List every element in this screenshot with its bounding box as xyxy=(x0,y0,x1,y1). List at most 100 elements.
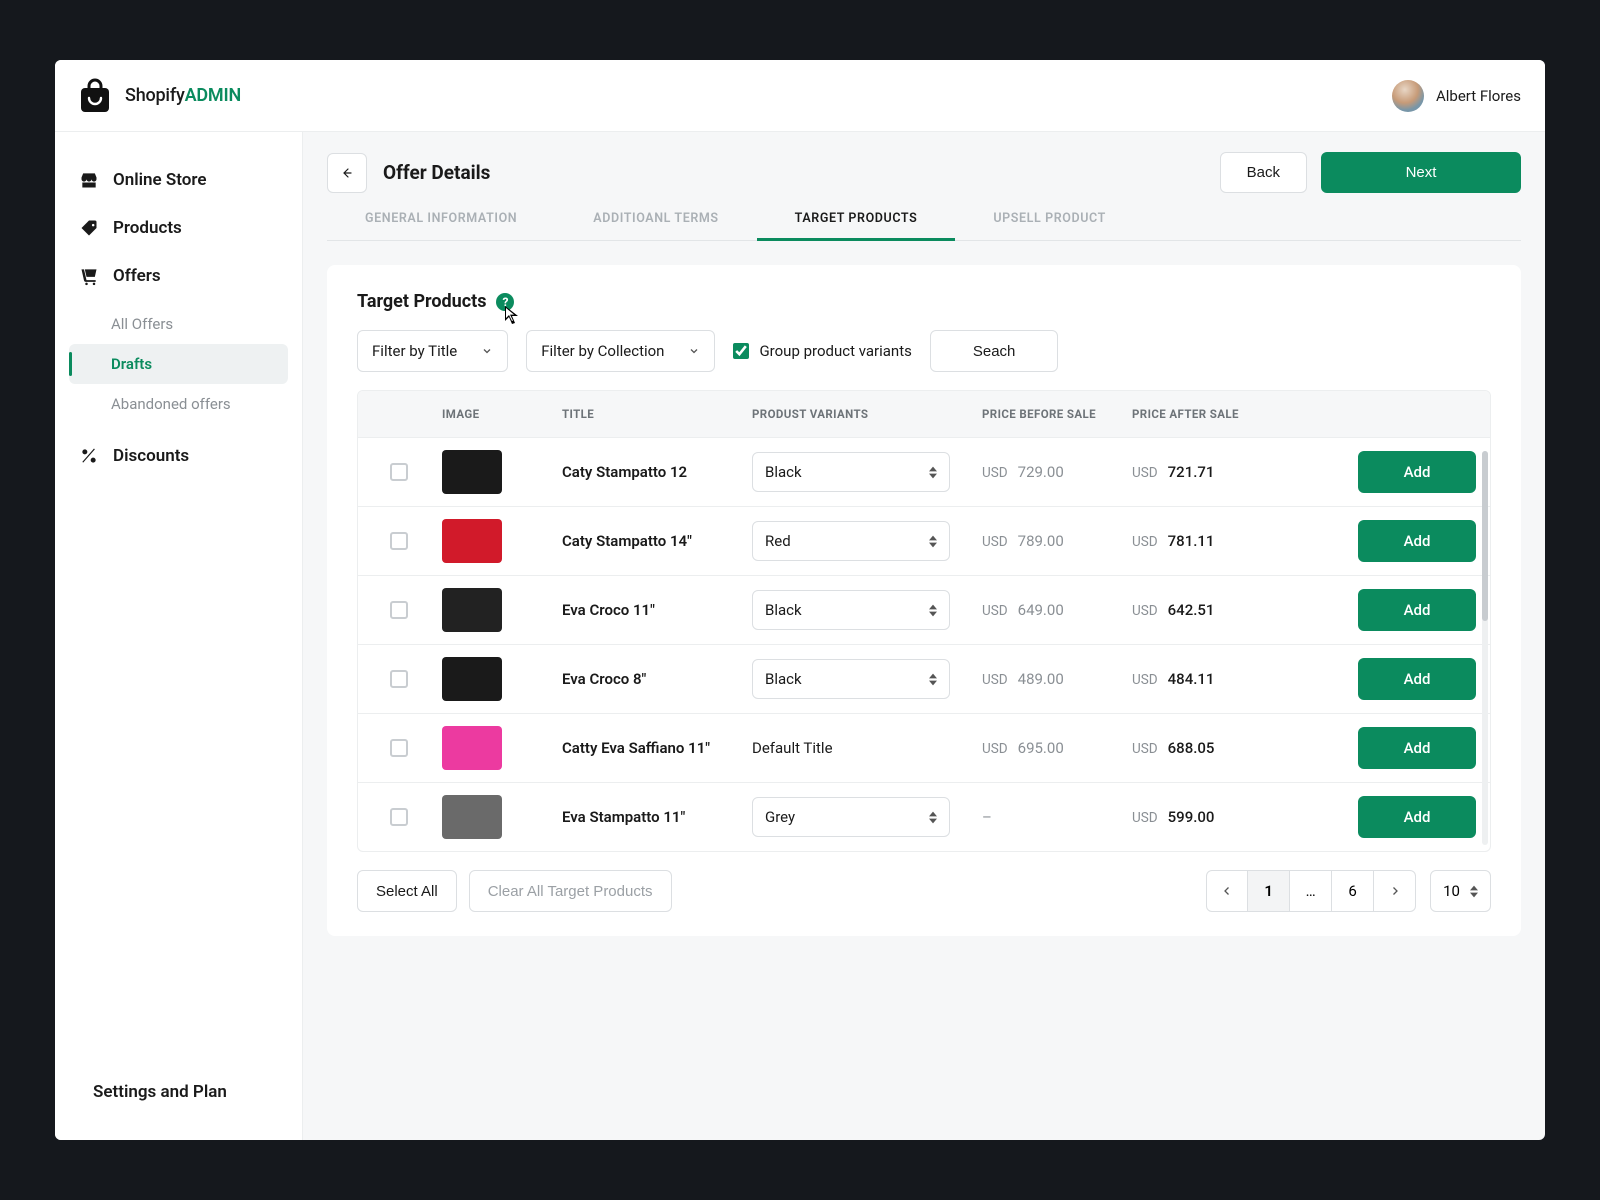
col-after: PRICE AFTER SALE xyxy=(1124,407,1274,421)
sidebar-item-offers[interactable]: Offers xyxy=(55,252,302,300)
sidebar: Online Store Products Offers All Offers … xyxy=(55,132,303,1140)
price-before: USD695.00 xyxy=(974,739,1124,757)
add-button[interactable]: Add xyxy=(1358,727,1476,769)
brand-name: ShopifyADMIN xyxy=(125,85,241,106)
variant-select[interactable]: Black xyxy=(752,659,950,699)
pagination: 1 … 6 xyxy=(1206,870,1416,912)
arrow-left-icon xyxy=(341,167,353,179)
group-variants-checkbox[interactable] xyxy=(733,343,749,359)
sort-icon xyxy=(929,604,937,617)
subnav-all-offers[interactable]: All Offers xyxy=(55,304,302,344)
filter-by-collection[interactable]: Filter by Collection xyxy=(526,330,715,372)
page-6[interactable]: 6 xyxy=(1332,870,1374,912)
row-checkbox[interactable] xyxy=(390,808,408,826)
add-button[interactable]: Add xyxy=(1358,796,1476,838)
target-products-panel: Target Products ? Filter by Title Filter… xyxy=(327,265,1521,936)
tab-additional-terms[interactable]: ADDITIOANL TERMS xyxy=(555,197,756,240)
per-page-select[interactable]: 10 xyxy=(1430,870,1491,912)
sidebar-item-online-store[interactable]: Online Store xyxy=(55,156,302,204)
back-button[interactable]: Back xyxy=(1220,152,1307,193)
help-icon[interactable]: ? xyxy=(496,293,514,311)
filter-by-title[interactable]: Filter by Title xyxy=(357,330,508,372)
row-checkbox[interactable] xyxy=(390,532,408,550)
variant-text: Default Title xyxy=(744,739,974,757)
variant-select[interactable]: Red xyxy=(752,521,950,561)
product-title: Eva Croco 8" xyxy=(554,670,744,688)
main-content: Offer Details Back Next GENERAL INFORMAT… xyxy=(303,132,1545,1140)
subnav-drafts[interactable]: Drafts xyxy=(69,344,288,384)
sort-icon xyxy=(929,673,937,686)
sidebar-item-products[interactable]: Products xyxy=(55,204,302,252)
topbar: ShopifyADMIN Albert Flores xyxy=(55,60,1545,132)
row-checkbox[interactable] xyxy=(390,739,408,757)
table-row: Caty Stampatto 14" Red USD789.00 USD781.… xyxy=(358,506,1490,575)
table-header: IMAGE TITLE PRODUST VARIANTS PRICE BEFOR… xyxy=(358,391,1490,437)
group-variants-toggle[interactable]: Group product variants xyxy=(733,342,911,360)
variant-select[interactable]: Black xyxy=(752,452,950,492)
page-ellipsis: … xyxy=(1290,870,1332,912)
price-before: USD489.00 xyxy=(974,670,1124,688)
tabs: GENERAL INFORMATION ADDITIOANL TERMS TAR… xyxy=(327,197,1521,241)
product-title: Catty Eva Saffiano 11" xyxy=(554,739,744,757)
row-checkbox[interactable] xyxy=(390,463,408,481)
products-table: IMAGE TITLE PRODUST VARIANTS PRICE BEFOR… xyxy=(357,390,1491,852)
row-checkbox[interactable] xyxy=(390,601,408,619)
tag-icon xyxy=(79,218,99,238)
price-before: – xyxy=(974,808,1124,826)
sidebar-footer-label: Settings and Plan xyxy=(93,1082,227,1102)
sidebar-item-label: Online Store xyxy=(113,170,207,190)
add-button[interactable]: Add xyxy=(1358,589,1476,631)
section-title: Target Products xyxy=(357,291,486,312)
subnav-abandoned[interactable]: Abandoned offers xyxy=(55,384,302,424)
logo-icon xyxy=(79,78,111,114)
price-after: USD781.11 xyxy=(1124,532,1274,550)
col-title: TITLE xyxy=(554,407,744,421)
table-row: Eva Croco 8" Black USD489.00 USD484.11 A… xyxy=(358,644,1490,713)
page-1[interactable]: 1 xyxy=(1248,870,1290,912)
table-row: Caty Stampatto 12 Black USD729.00 USD721… xyxy=(358,437,1490,506)
table-row: Eva Stampatto 11" Grey – USD599.00 Add xyxy=(358,782,1490,851)
select-all-button[interactable]: Select All xyxy=(357,870,457,912)
chevron-down-icon xyxy=(481,345,493,357)
product-title: Eva Croco 11" xyxy=(554,601,744,619)
offers-subnav: All Offers Drafts Abandoned offers xyxy=(55,300,302,432)
product-title: Caty Stampatto 14" xyxy=(554,532,744,550)
sort-icon xyxy=(929,466,937,479)
sort-icon xyxy=(929,535,937,548)
sidebar-item-discounts[interactable]: Discounts xyxy=(55,432,302,480)
variant-select[interactable]: Black xyxy=(752,590,950,630)
price-after: USD599.00 xyxy=(1124,808,1274,826)
product-thumb xyxy=(442,450,502,494)
sidebar-item-label: Offers xyxy=(113,266,161,286)
user-menu[interactable]: Albert Flores xyxy=(1392,80,1521,112)
add-button[interactable]: Add xyxy=(1358,520,1476,562)
price-before: USD649.00 xyxy=(974,601,1124,619)
price-after: USD688.05 xyxy=(1124,739,1274,757)
clear-all-button[interactable]: Clear All Target Products xyxy=(469,870,672,912)
tab-upsell-product[interactable]: UPSELL PRODUCT xyxy=(955,197,1144,240)
row-checkbox[interactable] xyxy=(390,670,408,688)
cart-icon xyxy=(79,266,99,286)
chevron-right-icon xyxy=(1389,885,1401,897)
page-next[interactable] xyxy=(1374,870,1416,912)
back-icon-button[interactable] xyxy=(327,153,367,193)
brand: ShopifyADMIN xyxy=(79,78,241,114)
tab-general-information[interactable]: GENERAL INFORMATION xyxy=(327,197,555,240)
sidebar-settings[interactable]: Settings and Plan xyxy=(55,1068,302,1116)
add-button[interactable]: Add xyxy=(1358,658,1476,700)
avatar xyxy=(1392,80,1424,112)
variant-select[interactable]: Grey xyxy=(752,797,950,837)
price-before: USD729.00 xyxy=(974,463,1124,481)
product-title: Eva Stampatto 11" xyxy=(554,808,744,826)
price-before: USD789.00 xyxy=(974,532,1124,550)
page-prev[interactable] xyxy=(1206,870,1248,912)
price-after: USD721.71 xyxy=(1124,463,1274,481)
tab-target-products[interactable]: TARGET PRODUCTS xyxy=(757,197,956,240)
search-button[interactable]: Seach xyxy=(930,330,1059,372)
scrollbar-thumb[interactable] xyxy=(1482,451,1488,621)
chevron-left-icon xyxy=(1221,885,1233,897)
product-thumb xyxy=(442,795,502,839)
add-button[interactable]: Add xyxy=(1358,451,1476,493)
next-button[interactable]: Next xyxy=(1321,152,1521,193)
percent-icon xyxy=(79,446,99,466)
